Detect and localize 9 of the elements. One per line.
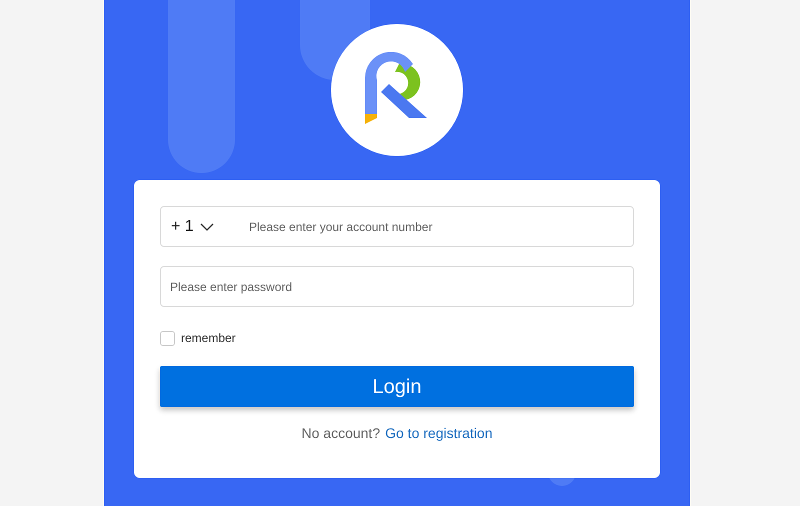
login-button[interactable]: Login xyxy=(160,366,634,407)
chevron-down-icon xyxy=(200,222,214,230)
account-field[interactable]: + 1 Please enter your account number xyxy=(160,206,634,247)
registration-link[interactable]: Go to registration xyxy=(385,423,492,444)
remember-checkbox[interactable] xyxy=(160,330,175,346)
password-field[interactable]: Please enter password xyxy=(160,266,634,307)
register-prompt: No account? xyxy=(302,424,380,443)
country-code-dropdown[interactable]: + 1 xyxy=(161,214,249,238)
remember-label: remember xyxy=(181,330,236,347)
